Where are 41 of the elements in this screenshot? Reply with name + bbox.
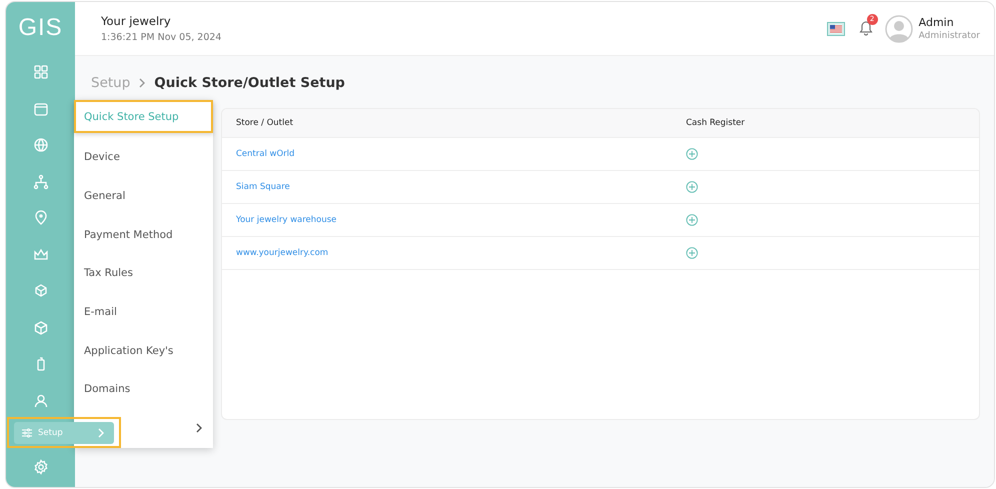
submenu-item[interactable]: Quick Store Setup [74, 100, 213, 133]
chevron-icon[interactable] [195, 423, 203, 434]
add-icon[interactable] [686, 214, 698, 226]
crown-icon[interactable] [32, 246, 48, 262]
submenu-item[interactable]: Payment Method [74, 215, 213, 254]
calendar-icon[interactable] [32, 100, 48, 116]
add-icon[interactable] [686, 247, 698, 259]
store-link[interactable]: Siam Square [236, 182, 290, 192]
chevron-icon [138, 78, 146, 88]
column-header: Cash Register [686, 118, 746, 128]
globe-icon[interactable] [32, 137, 48, 153]
submenu-item[interactable]: Device [74, 138, 213, 177]
user-role: Administrator [918, 31, 980, 41]
user-name: Admin [918, 16, 955, 29]
box-icon[interactable] [32, 320, 48, 336]
submenu-item[interactable]: General [74, 176, 213, 216]
store-link[interactable]: Your jewelry warehouse [236, 215, 337, 225]
column-header: Store / Outlet [236, 118, 294, 128]
store-link[interactable]: Central wOrld [236, 149, 295, 159]
hierarchy-icon[interactable] [32, 174, 48, 190]
breadcrumb-link[interactable]: Setup [91, 75, 130, 91]
submenu-item[interactable]: Domains [74, 370, 213, 409]
sliders-icon [22, 428, 32, 438]
submenu-item[interactable]: E-mail [74, 292, 213, 332]
store-link[interactable]: www.yourjewelry.com [236, 248, 328, 258]
page-title: Quick Store/Outlet Setup [154, 75, 345, 91]
flag-icon[interactable] [826, 22, 845, 36]
add-icon[interactable] [686, 148, 698, 160]
settings-icon[interactable] [32, 459, 48, 475]
user-icon[interactable] [32, 392, 48, 408]
store-name: Your jewelry [101, 14, 172, 28]
avatar-icon[interactable] [884, 14, 913, 42]
submenu-item[interactable]: Tax Rules [74, 254, 213, 293]
add-icon[interactable] [686, 181, 698, 193]
chevron-icon [96, 428, 106, 438]
notification-bell-icon[interactable] [858, 20, 873, 36]
logo[interactable]: GIS [18, 2, 63, 54]
submenu-item[interactable]: Application Key's [74, 331, 213, 370]
date-time: 1:36:21 PM Nov 05, 2024 [101, 32, 222, 43]
dashboard-icon[interactable] [32, 64, 48, 80]
location-pin-icon[interactable] [32, 210, 48, 226]
